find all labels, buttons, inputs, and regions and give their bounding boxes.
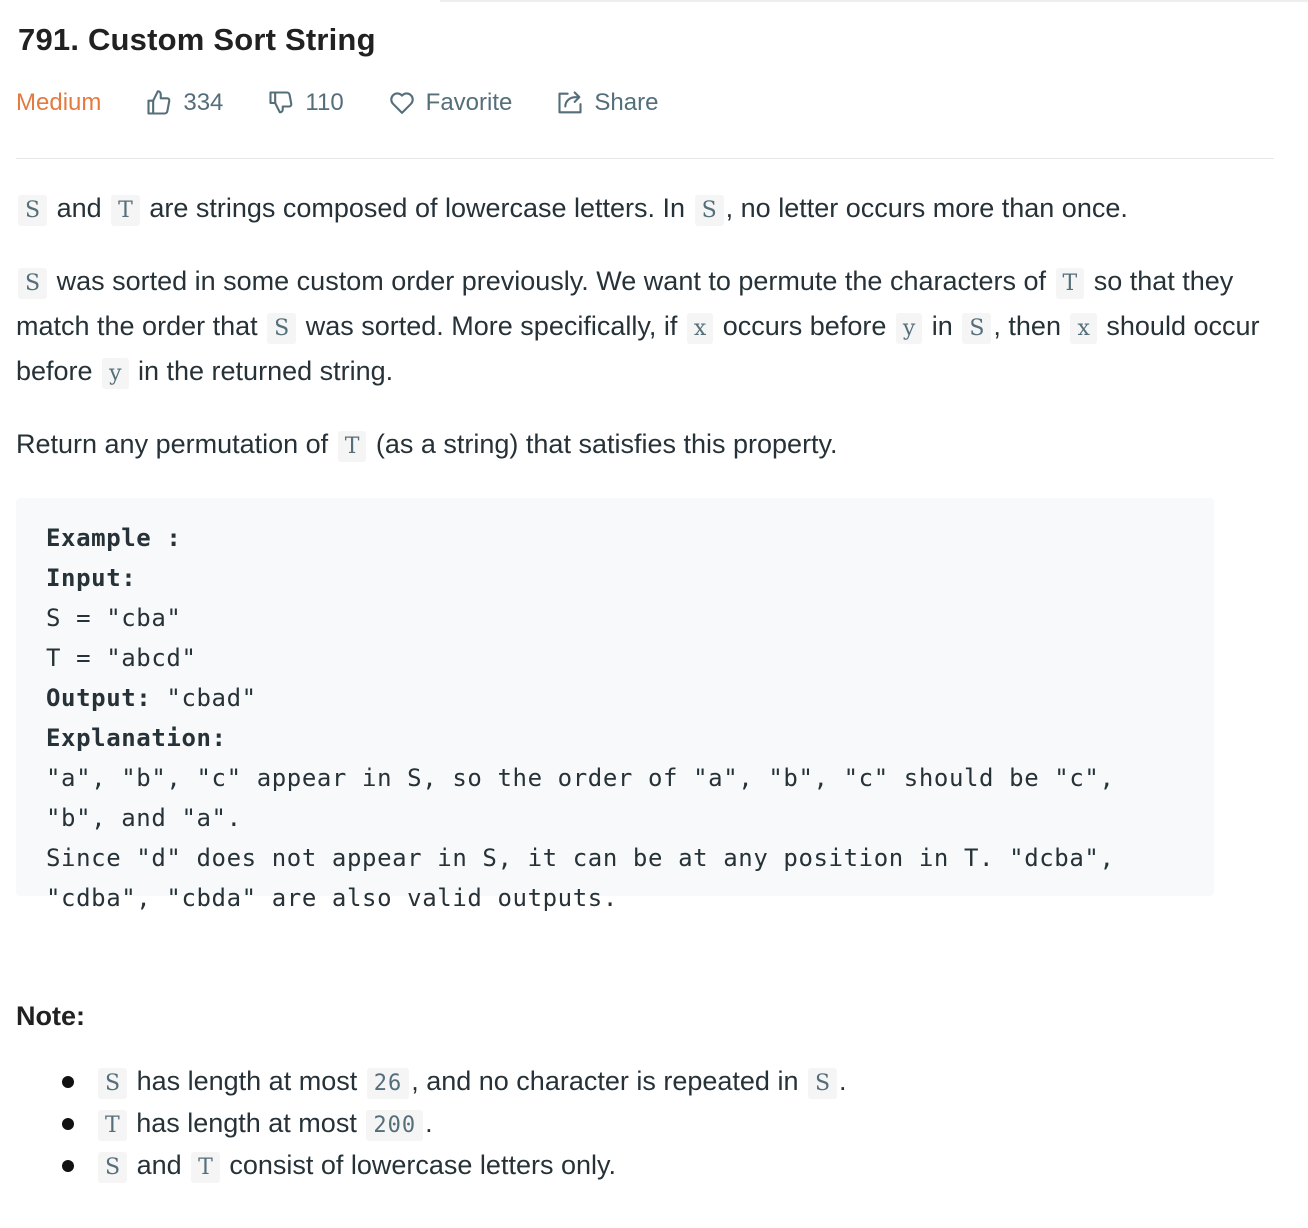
input-s: S = "cba" — [46, 604, 182, 632]
inline-code: S — [18, 268, 48, 299]
like-count: 334 — [183, 89, 224, 116]
dislike-count: 110 — [305, 89, 344, 116]
share-icon — [558, 91, 582, 114]
inline-code: T — [98, 1110, 127, 1141]
example-block: Example : Input: S = "cba" T = "abcd" Ou… — [16, 498, 1214, 912]
inline-code: T — [1055, 268, 1085, 299]
inline-code: S — [98, 1068, 128, 1099]
divider — [16, 158, 1274, 159]
favorite-button[interactable]: Favorite — [388, 89, 513, 117]
inline-code: S — [807, 1068, 838, 1099]
inline-code: S — [18, 195, 48, 226]
explanation-label: Explanation: — [46, 724, 227, 752]
output-label: Output: — [46, 684, 152, 712]
inline-code: S — [267, 313, 297, 344]
heart-icon — [389, 92, 414, 114]
like-button[interactable]: 334 — [145, 89, 223, 117]
inline-code: 26 — [366, 1068, 410, 1099]
note-list: S has length at most 26, and no characte… — [16, 1060, 1274, 1186]
problem-meta-bar: Medium 334 110 Favorite Share — [16, 78, 1274, 128]
note-heading: Note: — [16, 1001, 85, 1031]
inline-code: x — [1070, 313, 1097, 344]
inline-code: 200 — [366, 1110, 424, 1141]
list-item: T has length at most 200. — [62, 1102, 1274, 1144]
inline-code: S — [694, 195, 724, 226]
description-paragraph-1: S and T are strings composed of lowercas… — [16, 187, 1274, 232]
list-item: S and T consist of lowercase letters onl… — [62, 1144, 1274, 1186]
dislike-button[interactable]: 110 — [267, 89, 344, 117]
description-paragraph-2: S was sorted in some custom order previo… — [16, 260, 1274, 395]
problem-title: 791. Custom Sort String — [18, 22, 376, 57]
inline-code: y — [102, 358, 129, 389]
description-paragraph-3: Return any permutation of T (as a string… — [16, 423, 1274, 468]
inline-code: y — [895, 313, 923, 344]
inline-code: S — [98, 1152, 128, 1183]
share-button[interactable]: Share — [556, 89, 658, 117]
inline-code: T — [111, 195, 140, 226]
list-item: S has length at most 26, and no characte… — [62, 1060, 1274, 1102]
problem-description: 791. Custom Sort String Medium 334 110 F… — [16, 0, 1274, 1186]
input-label: Input: — [46, 564, 137, 592]
share-label: Share — [594, 89, 659, 116]
inline-code: T — [337, 431, 367, 462]
thumbs-up-icon — [147, 90, 171, 115]
input-t: T = "abcd" — [46, 644, 197, 672]
inline-code: T — [191, 1152, 220, 1183]
explanation-line-1: "a", "b", "c" appear in S, so the order … — [46, 764, 1130, 832]
output-value: "cbad" — [151, 684, 257, 712]
inline-code: S — [962, 313, 992, 344]
description-body: S and T are strings composed of lowercas… — [16, 187, 1274, 1186]
thumbs-down-icon — [269, 91, 293, 114]
favorite-label: Favorite — [425, 89, 513, 116]
inline-code: x — [686, 313, 714, 344]
difficulty-badge: Medium — [16, 89, 102, 116]
example-heading: Example : — [46, 524, 182, 552]
explanation-line-2: Since "d" does not appear in S, it can b… — [46, 844, 1130, 912]
